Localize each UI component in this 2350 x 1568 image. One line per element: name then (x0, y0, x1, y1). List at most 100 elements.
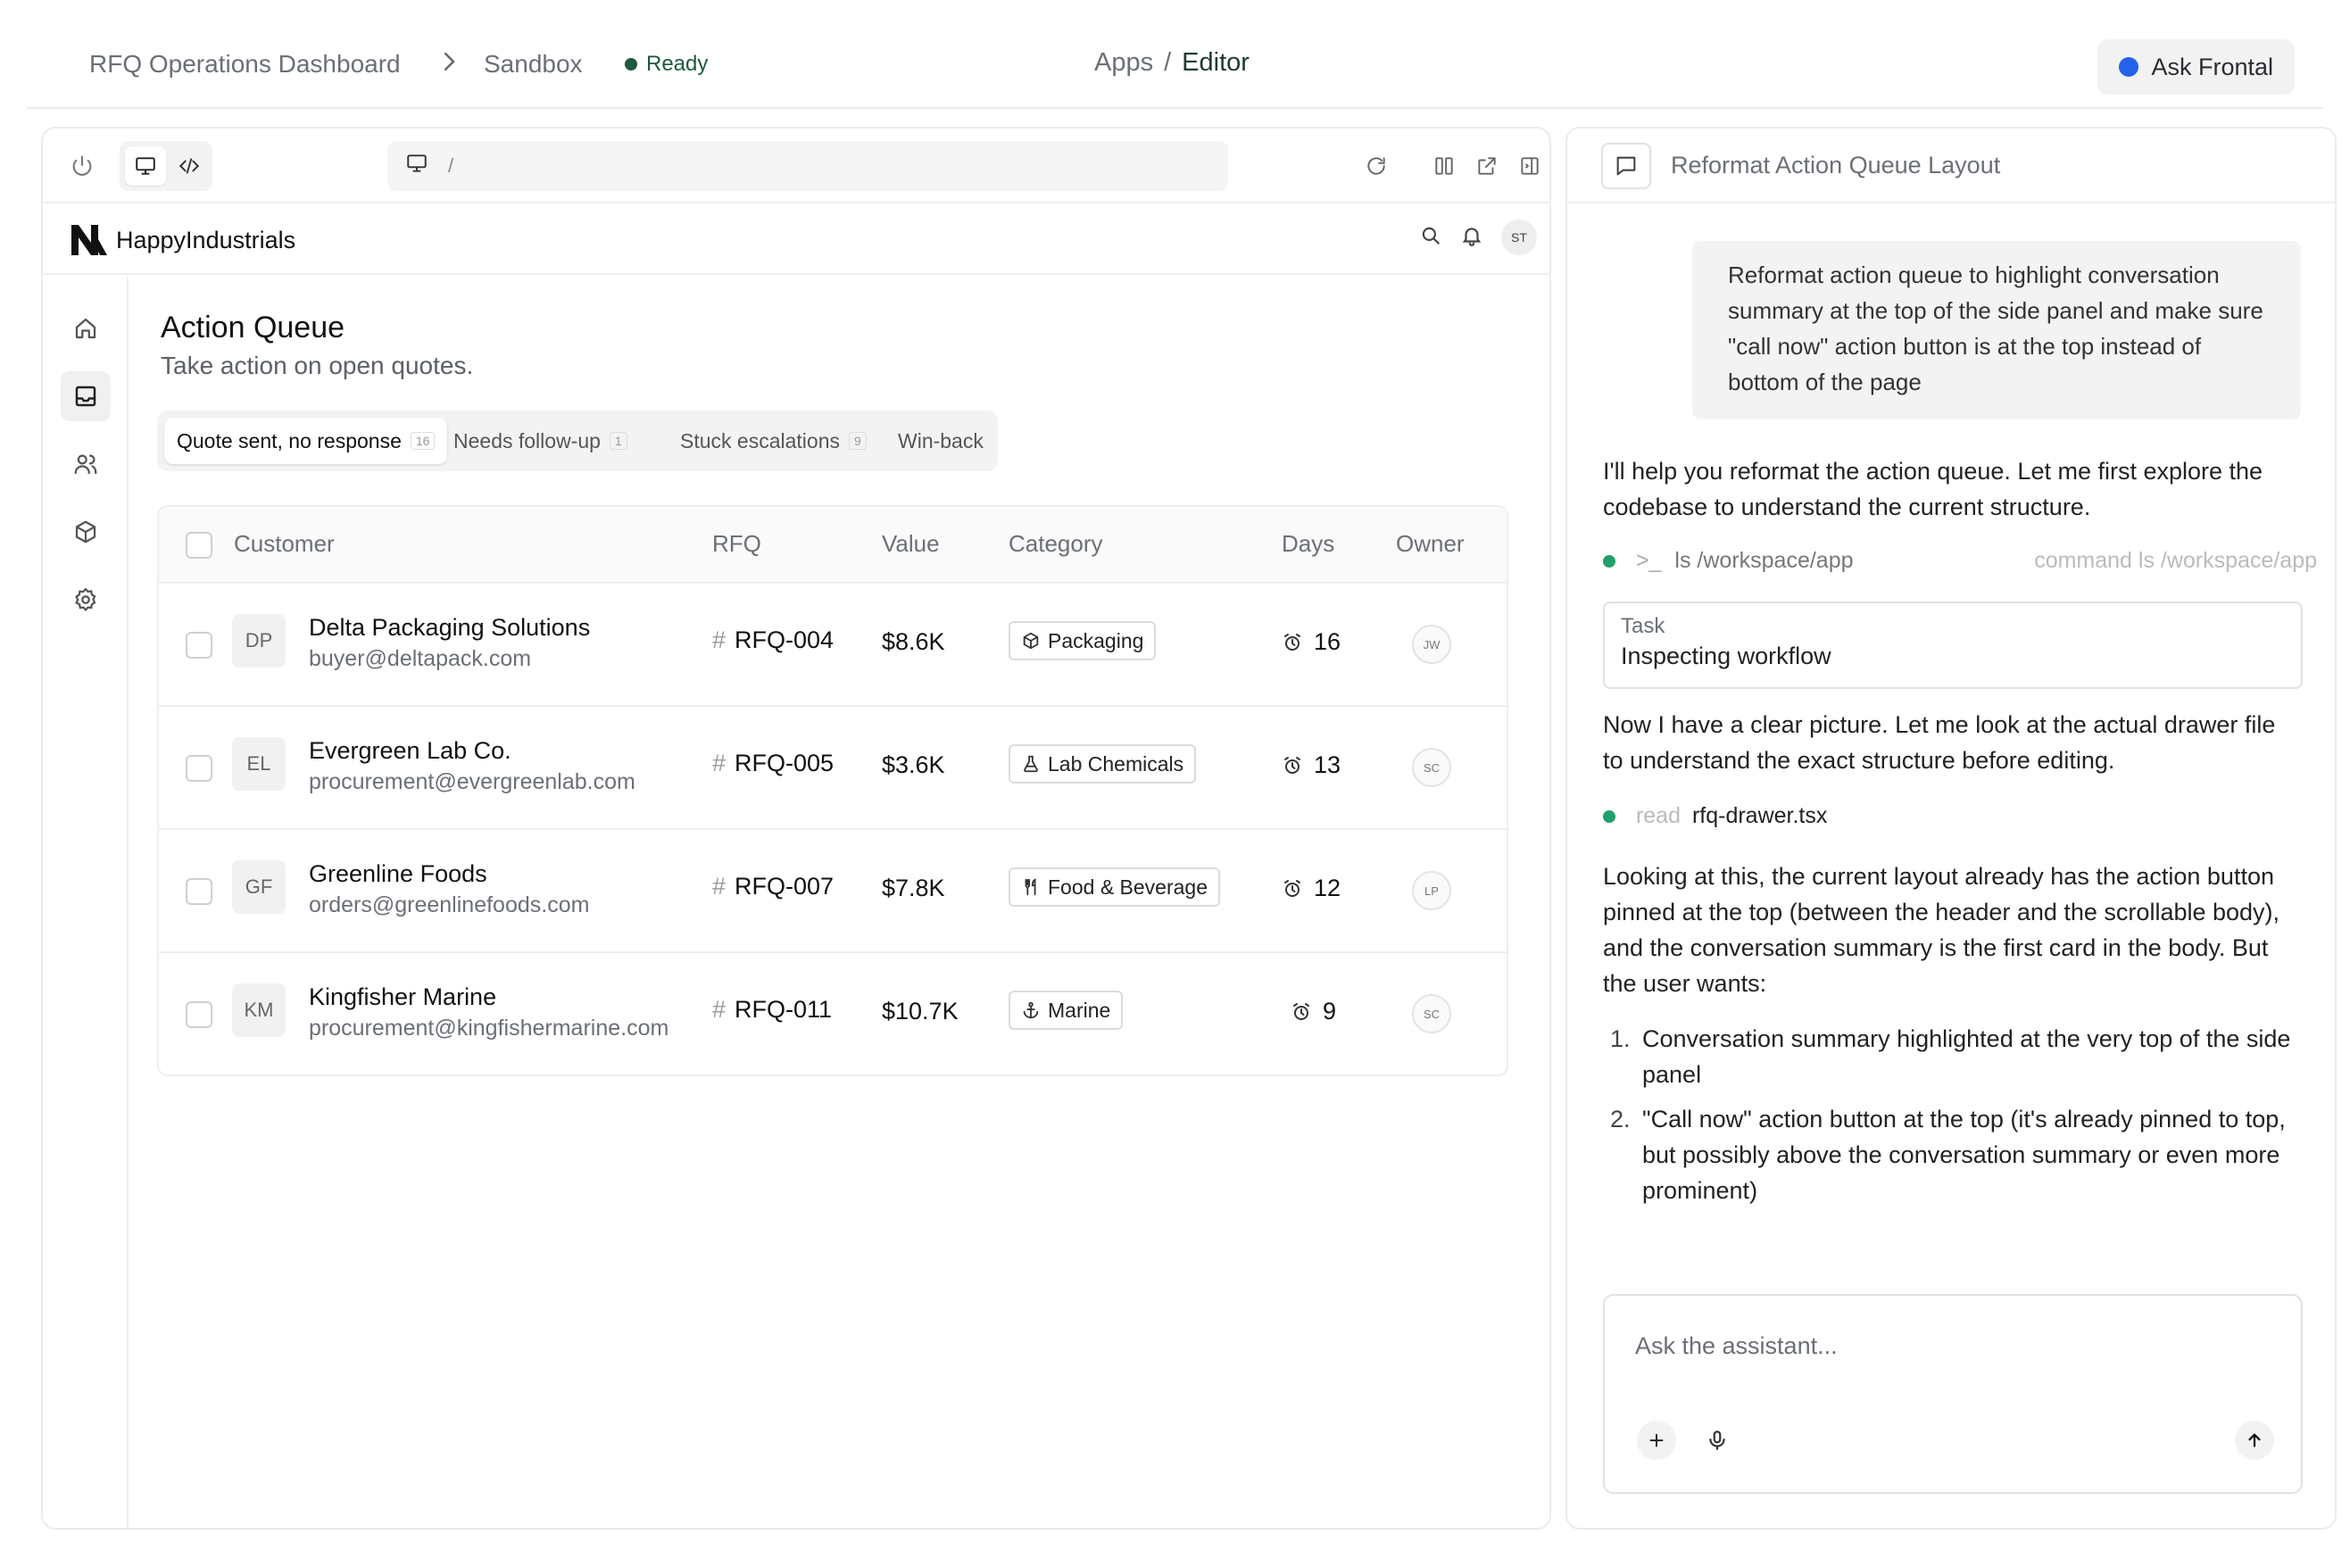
app-header: HappyIndustrials ST (43, 205, 1549, 275)
quote-value: $8.6K (882, 628, 945, 655)
select-all-checkbox[interactable] (186, 532, 212, 559)
code-icon[interactable] (170, 146, 209, 186)
chat-bubble-icon[interactable] (1601, 143, 1651, 189)
nav-home[interactable] (61, 303, 111, 353)
url-bar[interactable]: / (387, 141, 1228, 191)
column-value[interactable]: Value (882, 530, 940, 558)
rfq-id: # RFQ-004 (712, 626, 834, 654)
table-row[interactable]: EL Evergreen Lab Co. procurement@evergre… (159, 707, 1507, 830)
category-label: Food & Beverage (1048, 875, 1208, 899)
nav-inbox[interactable] (61, 371, 111, 421)
tab-count: 9 (848, 432, 867, 450)
plus-icon[interactable] (1637, 1421, 1676, 1460)
days-open: 13 (1282, 751, 1341, 779)
column-category[interactable]: Category (1009, 530, 1103, 558)
days-open: 9 (1291, 998, 1336, 1025)
power-icon[interactable] (64, 148, 100, 184)
apps-link[interactable]: Apps (1094, 48, 1153, 78)
frontal-dot-icon (2119, 57, 2139, 77)
owner-avatar: JW (1412, 625, 1451, 664)
rfq-label: RFQ-011 (735, 996, 833, 1023)
url-text: / (448, 154, 454, 177)
customer-name[interactable]: Kingfisher Marine (309, 983, 496, 1011)
preview-toolbar: / (43, 129, 1549, 203)
tab-needs-follow-up[interactable]: Needs follow-up 1 (441, 418, 640, 464)
terminal-icon: >_ (1635, 548, 1662, 573)
column-customer[interactable]: Customer (234, 530, 335, 558)
hash-icon: # (712, 873, 727, 900)
rfq-label: RFQ-004 (735, 626, 835, 653)
editor-title: Editor (1182, 48, 1250, 77)
column-owner[interactable]: Owner (1396, 530, 1465, 558)
command-hint: command ls /workspace/app (2034, 548, 2317, 573)
breadcrumb-sandbox[interactable]: Sandbox (484, 50, 583, 79)
table-row[interactable]: GF Greenline Foods orders@greenlinefoods… (159, 830, 1507, 953)
assistant-header: Reformat Action Queue Layout (1567, 129, 2335, 203)
breadcrumb-dashboard[interactable]: RFQ Operations Dashboard (89, 50, 401, 79)
category-label: Marine (1048, 998, 1111, 1022)
customer-name[interactable]: Greenline Foods (309, 860, 487, 888)
page-subtitle: Take action on open quotes. (161, 352, 474, 379)
user-message: Reformat action queue to highlight conve… (1692, 241, 2301, 419)
nav-users[interactable] (61, 439, 111, 489)
column-rfq[interactable]: RFQ (712, 530, 761, 558)
external-link-icon[interactable] (1469, 148, 1505, 184)
read-verb: read (1635, 803, 1681, 828)
assistant-message: I'll help you reformat the action queue.… (1603, 458, 2263, 520)
logo[interactable]: HappyIndustrials (70, 223, 295, 257)
nav-settings[interactable] (61, 575, 111, 625)
row-checkbox[interactable] (186, 632, 212, 659)
customer-name[interactable]: Evergreen Lab Co. (309, 737, 511, 765)
customer-initials: GF (232, 860, 286, 914)
column-days[interactable]: Days (1282, 530, 1334, 558)
package-icon (75, 520, 96, 543)
command-text: ls /workspace/app (1674, 548, 1854, 573)
status-dot (625, 58, 637, 71)
table-row[interactable]: DP Delta Packaging Solutions buyer@delta… (159, 584, 1507, 707)
tab-win-back[interactable]: Win-back (885, 418, 996, 464)
happyindustrials-logo-icon (71, 225, 107, 255)
quote-value: $3.6K (882, 751, 945, 778)
tab-stuck-escalations[interactable]: Stuck escalations 9 (668, 418, 879, 464)
tab-label: Quote sent, no response (177, 428, 402, 452)
customer-initials: KM (232, 983, 286, 1037)
table-row[interactable]: KM Kingfisher Marine procurement@kingfis… (159, 953, 1507, 1074)
bell-icon[interactable] (1460, 224, 1483, 252)
quotes-table: Customer RFQ Value Category Days Owner D… (157, 505, 1508, 1076)
read-file: rfq-drawer.tsx (1691, 803, 1828, 828)
microphone-icon[interactable] (1698, 1421, 1737, 1460)
days-value: 12 (1314, 875, 1341, 901)
customer-name[interactable]: Delta Packaging Solutions (309, 614, 590, 642)
search-icon[interactable] (1419, 224, 1442, 252)
assistant-input[interactable] (1635, 1326, 2260, 1365)
row-checkbox[interactable] (186, 1001, 212, 1028)
category-label: Packaging (1048, 628, 1144, 652)
preview-panel: / HappyIndustrials ST Action Queue Take … (41, 127, 1551, 1530)
users-icon (74, 454, 97, 475)
row-checkbox[interactable] (186, 755, 212, 782)
row-checkbox[interactable] (186, 878, 212, 905)
send-arrow-icon[interactable] (2235, 1421, 2274, 1460)
app-frame: RFQ Operations Dashboard Sandbox Ready A… (27, 0, 2337, 1544)
side-nav (43, 277, 129, 1528)
avatar[interactable]: ST (1501, 220, 1537, 255)
assistant-message: Now I have a clear picture. Let me look … (1603, 711, 2276, 774)
customer-initials: EL (232, 737, 286, 791)
app-header-actions: ST (1419, 220, 1537, 255)
columns-icon[interactable] (1426, 148, 1462, 184)
alarm-clock-icon (1284, 879, 1300, 897)
category-badge: Lab Chemicals (1009, 744, 1197, 784)
nav-products[interactable] (61, 507, 111, 557)
refresh-icon[interactable] (1358, 148, 1394, 184)
sidebar-toggle-icon[interactable] (1512, 148, 1548, 184)
read-step[interactable]: read rfq-drawer.tsx (1603, 803, 2317, 835)
monitor-icon[interactable] (125, 146, 166, 186)
task-card[interactable]: Task Inspecting workflow (1603, 601, 2303, 689)
tab-quote-sent[interactable]: Quote sent, no response 16 (164, 418, 448, 464)
ask-frontal-button[interactable]: Ask Frontal (2097, 39, 2295, 95)
tab-count: 1 (609, 432, 627, 450)
status-label: Ready (646, 52, 709, 76)
hash-icon: # (712, 750, 727, 776)
rfq-id: # RFQ-011 (712, 996, 832, 1024)
command-step[interactable]: >_ ls /workspace/app command ls /workspa… (1603, 548, 2317, 580)
